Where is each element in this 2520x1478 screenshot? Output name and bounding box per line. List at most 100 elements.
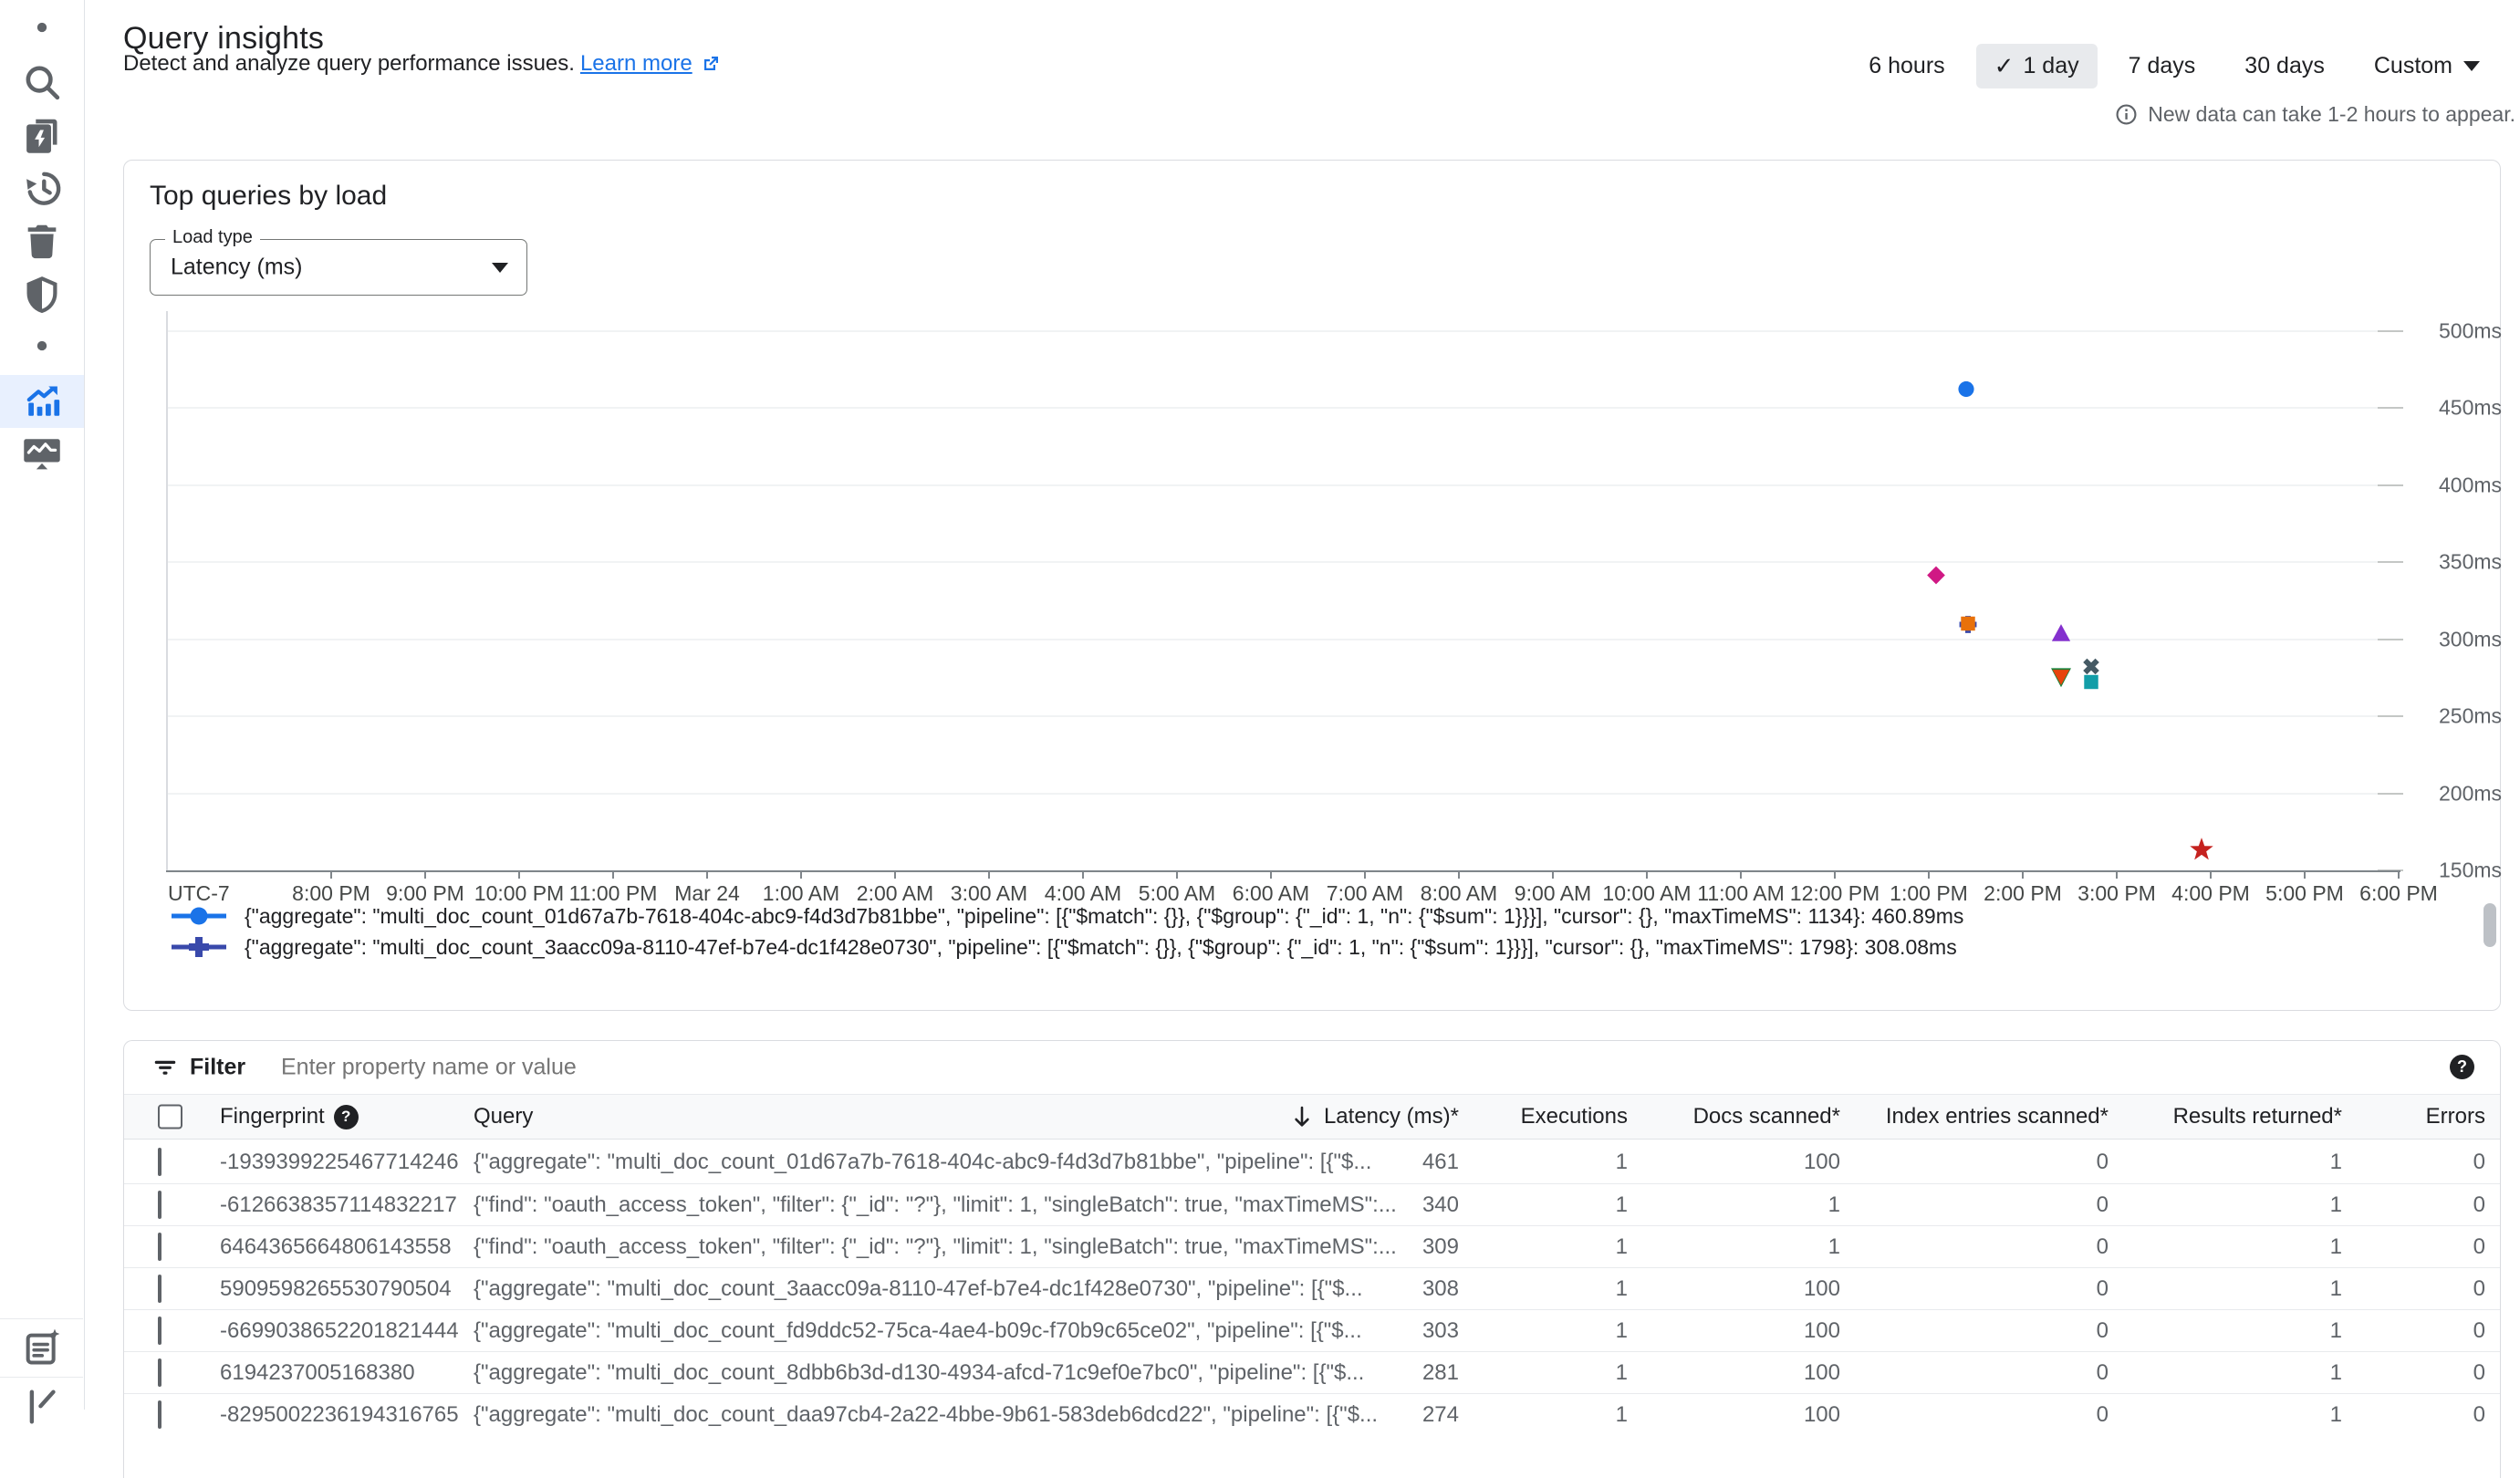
learn-more-link[interactable]: Learn more [580, 51, 692, 77]
data-point-diamond[interactable] [1925, 565, 1947, 591]
sidebar-item-document-bolt[interactable] [0, 109, 84, 162]
column-header-index_entries_scanned[interactable]: Index entries scanned* [1886, 1104, 2109, 1129]
table-row[interactable]: 6194237005168380{"aggregate": "multi_doc… [124, 1351, 2500, 1393]
external-link-icon [700, 53, 722, 75]
sidebar-item-notes-sparkle[interactable] [0, 1321, 84, 1374]
y-axis-label: 200ms [2439, 781, 2502, 806]
data-point-star[interactable] [2188, 836, 2215, 868]
cell-fingerprint: -6699038652201821444 [220, 1318, 459, 1344]
column-header-results_returned[interactable]: Results returned* [2173, 1104, 2342, 1129]
x-axis-label: 2:00 PM [1984, 881, 2062, 906]
column-header-fingerprint[interactable]: Fingerprint? [220, 1104, 359, 1129]
column-header-label: Latency (ms)* [1324, 1104, 1459, 1129]
select-all-checkbox[interactable] [158, 1105, 182, 1129]
table-help-icon[interactable]: ? [2450, 1055, 2474, 1079]
x-axis-tick [612, 870, 614, 879]
sidebar-item-dot[interactable] [0, 1, 84, 54]
legend-marker-icon [170, 933, 228, 961]
time-range-option-1-day[interactable]: ✓1 day [1976, 44, 2098, 88]
table-row[interactable]: 6464365664806143558{"find": "oauth_acces… [124, 1225, 2500, 1267]
cell-fingerprint: 5909598265530790504 [220, 1276, 452, 1302]
cell-results_returned: 1 [2330, 1360, 2342, 1386]
sidebar-item-collapse-panel[interactable] [0, 1380, 84, 1433]
time-range-option-label: 7 days [2129, 53, 2196, 79]
x-axis-tick [1270, 870, 1272, 879]
table-row[interactable]: -1939399225467714246{"aggregate": "multi… [124, 1141, 2500, 1183]
cell-latency: 340 [1422, 1192, 1459, 1218]
column-header-executions[interactable]: Executions [1521, 1104, 1628, 1129]
y-axis-tick [2378, 561, 2403, 563]
column-header-errors[interactable]: Errors [2426, 1104, 2485, 1129]
table-row[interactable]: 5909598265530790504{"aggregate": "multi_… [124, 1267, 2500, 1309]
row-checkbox[interactable] [158, 1402, 161, 1428]
column-header-docs_scanned[interactable]: Docs scanned* [1693, 1104, 1840, 1129]
table-row[interactable]: -6126638357114832217{"find": "oauth_acce… [124, 1183, 2500, 1225]
gridline [166, 407, 2400, 409]
time-range-option-custom[interactable]: Custom [2356, 45, 2498, 88]
sidebar-item-history[interactable] [0, 161, 84, 214]
x-axis-tick [1740, 870, 1742, 879]
data-point-square[interactable] [1957, 612, 1979, 639]
legend-item[interactable]: {"aggregate": "multi_doc_count_3aacc09a-… [170, 933, 1957, 961]
x-axis-label: 4:00 PM [2171, 881, 2250, 906]
data-point-triangle-down[interactable] [2050, 666, 2072, 692]
filter-input[interactable] [279, 1054, 1925, 1082]
data-point-square[interactable] [2080, 671, 2102, 697]
system-insights-icon [21, 432, 63, 474]
column-header-label: Results returned* [2173, 1104, 2342, 1129]
cell-docs_scanned: 100 [1804, 1360, 1840, 1386]
sidebar-item-search[interactable] [0, 56, 84, 109]
sidebar-item-trash[interactable] [0, 214, 84, 267]
top-queries-card: Top queries by load Load type Latency (m… [123, 160, 2501, 1011]
row-checkbox[interactable] [158, 1360, 161, 1386]
x-axis-tick [1176, 870, 1178, 879]
sidebar-item-dot[interactable] [0, 319, 84, 372]
gridline [166, 715, 2400, 717]
x-axis-tick [706, 870, 708, 879]
x-axis-tick [894, 870, 896, 879]
y-axis-line [166, 311, 168, 870]
column-header-label: Fingerprint [220, 1104, 325, 1129]
check-icon: ✓ [1994, 52, 2015, 80]
x-axis-tick [988, 870, 990, 879]
cell-errors: 0 [2473, 1234, 2485, 1260]
sidebar-item-query-insights[interactable] [0, 375, 84, 428]
gridline [166, 561, 2400, 563]
sidebar-item-shield[interactable] [0, 268, 84, 321]
column-header-latency[interactable]: Latency (ms)* [1289, 1104, 1459, 1129]
sidebar-item-system-insights[interactable] [0, 426, 84, 479]
row-checkbox[interactable] [158, 1318, 161, 1344]
data-point-triangle-up[interactable] [2050, 621, 2072, 648]
sort-descending-icon [1289, 1104, 1315, 1129]
row-checkbox[interactable] [158, 1276, 161, 1302]
cell-docs_scanned: 1 [1828, 1192, 1840, 1218]
time-range-option-7-days[interactable]: 7 days [2110, 45, 2214, 88]
row-checkbox[interactable] [158, 1234, 161, 1260]
dot-icon [21, 6, 63, 48]
table-row[interactable]: -6699038652201821444 {"aggregate": "multi… [124, 1309, 2500, 1351]
page-scrollbar[interactable] [2484, 903, 2496, 947]
x-axis-tick [518, 870, 520, 879]
row-checkbox[interactable] [158, 1150, 161, 1175]
legend-item[interactable]: {"aggregate": "multi_doc_count_01d67a7b-… [170, 902, 1963, 930]
time-range-option-6-hours[interactable]: 6 hours [1850, 45, 1963, 88]
cell-query: {"aggregate": "multi_doc_count_fd9ddc52-… [474, 1318, 1362, 1344]
fingerprint-help-icon[interactable]: ? [334, 1105, 359, 1129]
cell-fingerprint: -8295002236194316765 [220, 1402, 459, 1428]
column-header-query[interactable]: Query [474, 1104, 533, 1129]
time-range-option-30-days[interactable]: 30 days [2226, 45, 2343, 88]
cell-fingerprint: 6194237005168380 [220, 1360, 415, 1386]
subtitle-text: Detect and analyze query performance iss… [123, 51, 575, 77]
cell-latency: 274 [1422, 1402, 1459, 1428]
cell-errors: 0 [2473, 1318, 2485, 1344]
cell-results_returned: 1 [2330, 1318, 2342, 1344]
data-point-circle[interactable] [1955, 379, 1977, 405]
checkbox-icon [158, 1275, 161, 1303]
cell-latency: 309 [1422, 1234, 1459, 1260]
sidebar-divider [0, 1318, 83, 1319]
row-checkbox[interactable] [158, 1192, 161, 1218]
y-axis-label: 500ms [2439, 319, 2502, 344]
page-subtitle: Detect and analyze query performance iss… [123, 51, 722, 77]
query-insights-page: Query insights Detect and analyze query … [0, 0, 2520, 1410]
table-row[interactable]: -8295002236194316765{"aggregate": "multi… [124, 1393, 2500, 1435]
